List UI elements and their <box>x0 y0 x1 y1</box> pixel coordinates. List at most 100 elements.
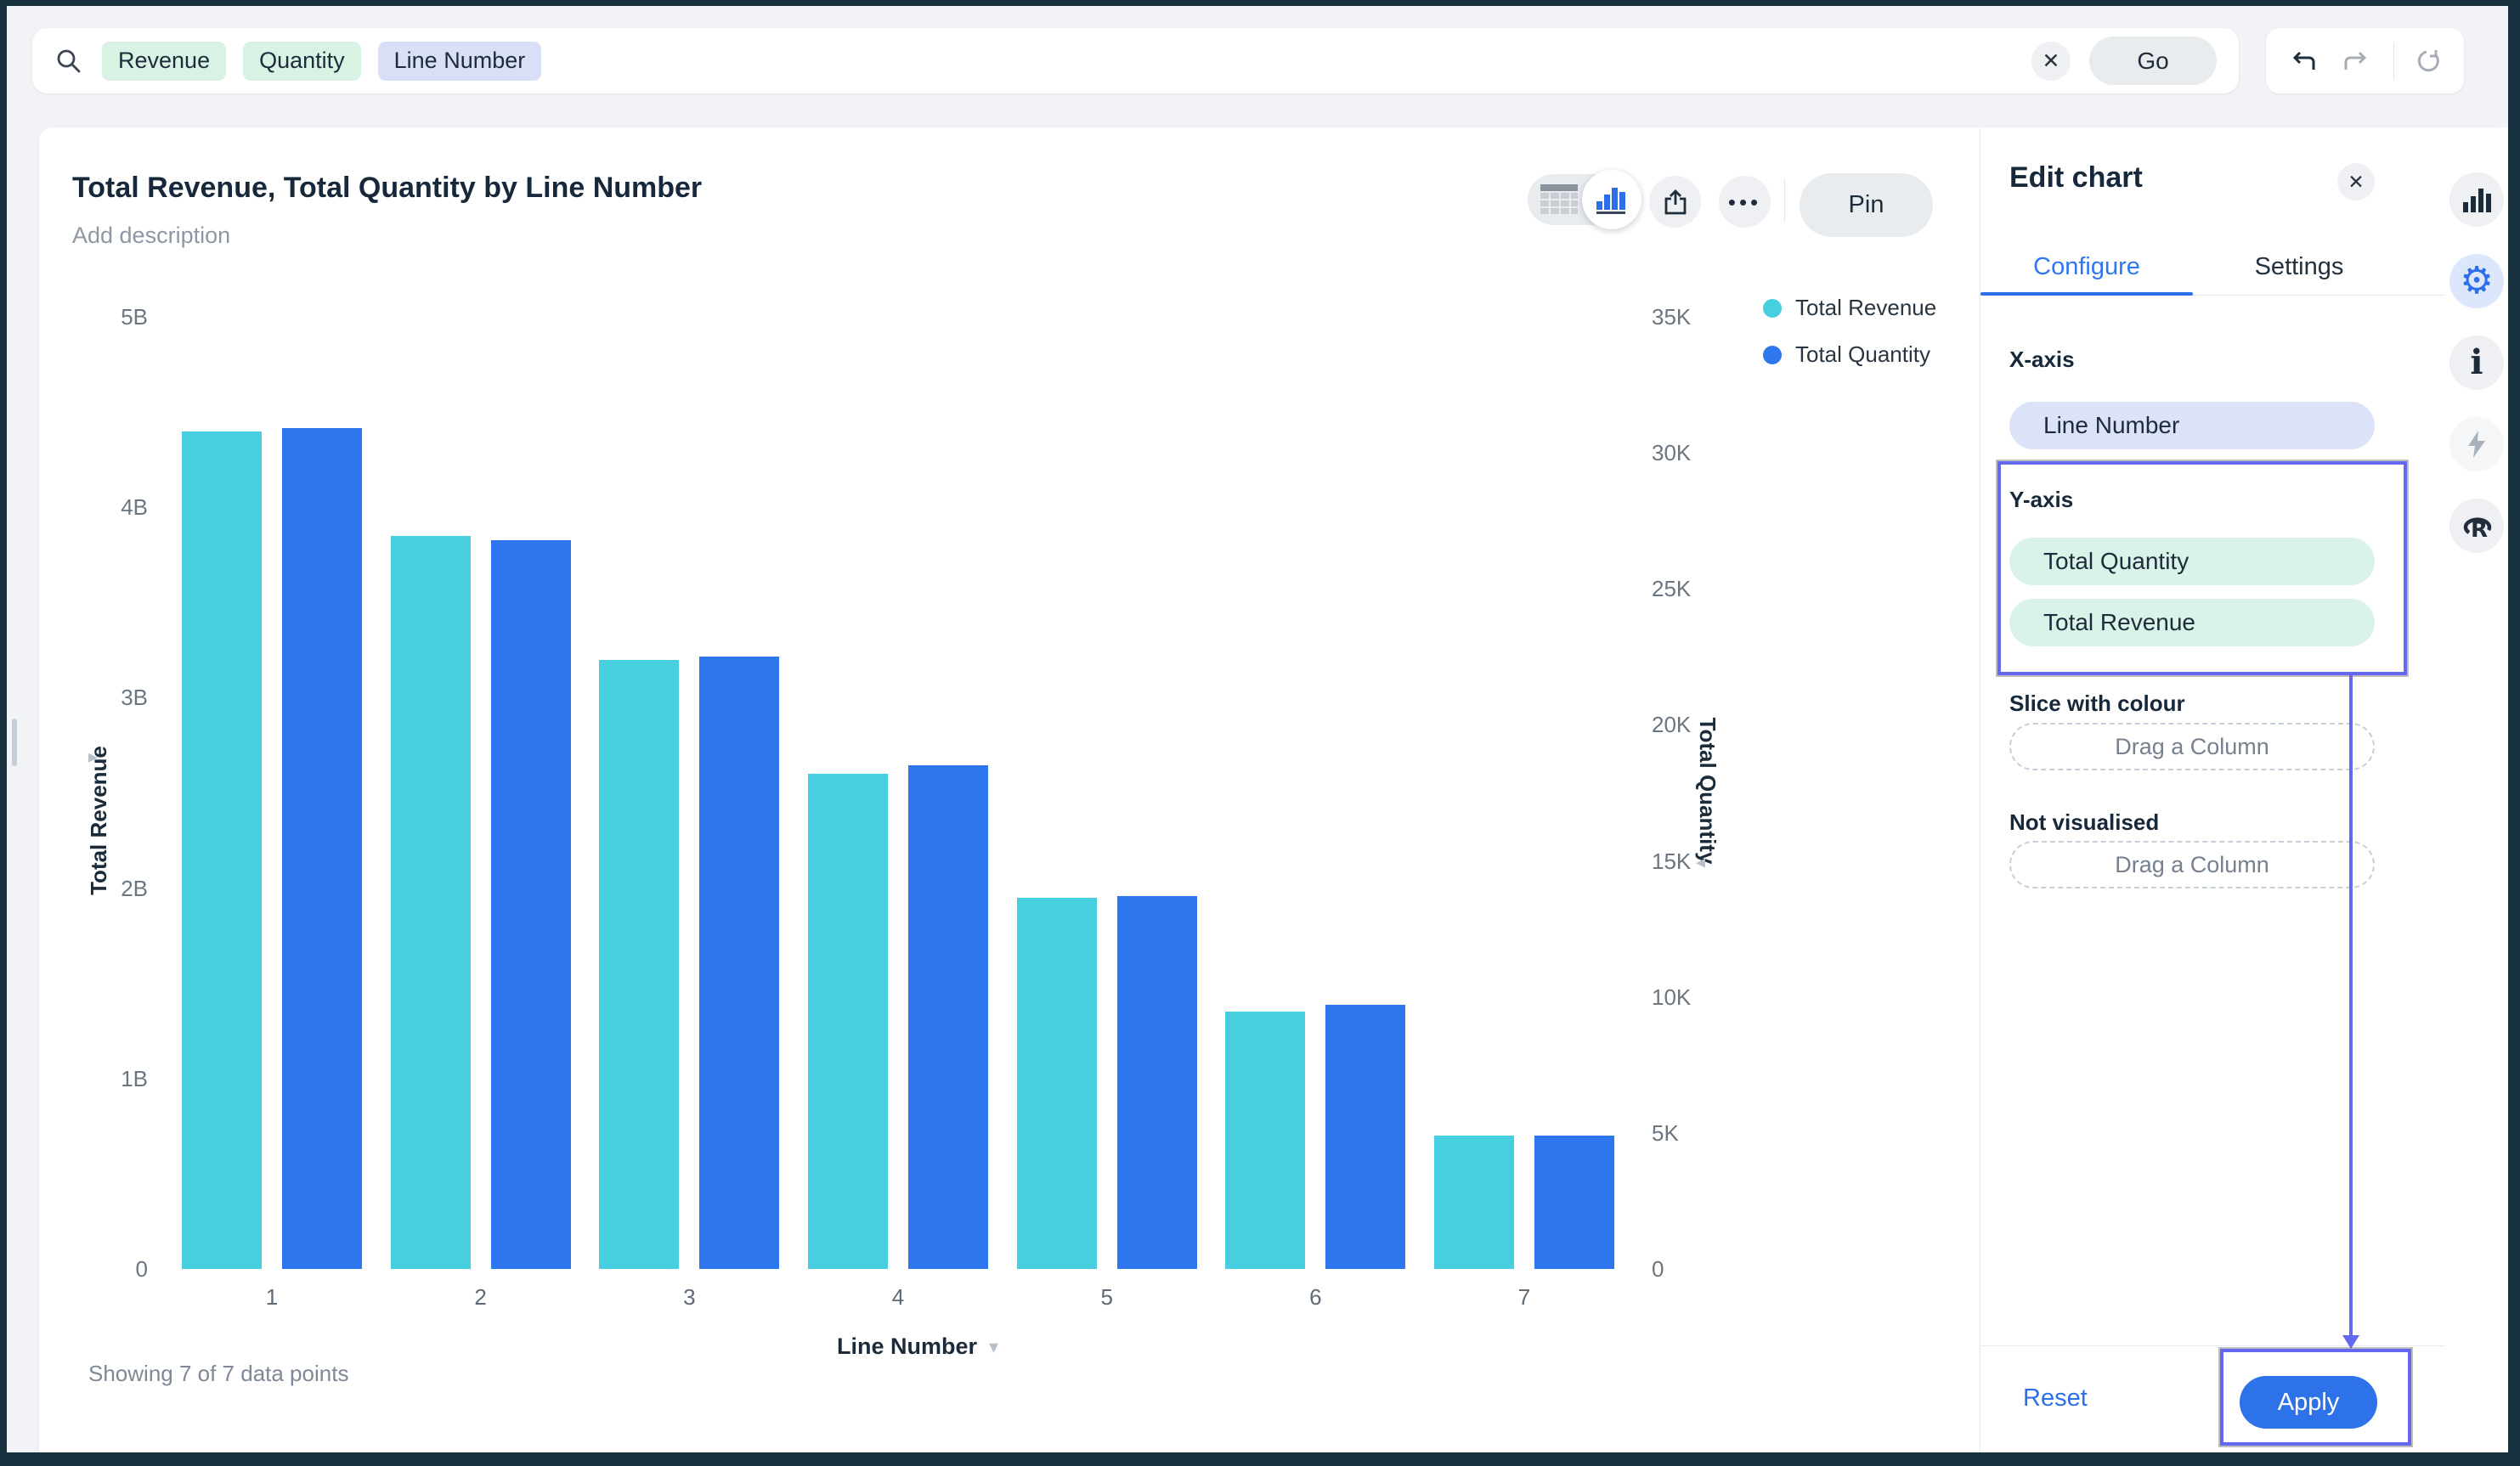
formula-search-bar[interactable]: Revenue Quantity Line Number ✕ Go <box>32 28 2239 93</box>
left-axis-tick-3b: 3B <box>121 685 148 711</box>
actions-tool-button[interactable] <box>2449 417 2504 471</box>
x-axis-title: Line Number <box>836 1333 977 1359</box>
search-chip-revenue[interactable]: Revenue <box>102 41 227 81</box>
share-export-icon <box>1664 189 1686 214</box>
panel-resize-handle[interactable] <box>12 719 17 766</box>
reset-button[interactable]: Reset <box>2023 1384 2088 1412</box>
legend-item-total-quantity[interactable]: Total Quantity <box>1763 341 1936 368</box>
info-icon: i <box>2470 342 2483 382</box>
bar-revenue-1[interactable] <box>182 431 262 1269</box>
info-tool-button[interactable]: i <box>2449 335 2504 390</box>
table-view-icon[interactable] <box>1540 183 1579 220</box>
bar-revenue-5[interactable] <box>1016 897 1097 1269</box>
footer-divider <box>1980 1345 2446 1346</box>
chart-description-placeholder[interactable]: Add description <box>72 223 230 249</box>
r-logo-icon: R <box>2463 517 2492 540</box>
x-axis-section-label: X-axis <box>2009 347 2075 372</box>
right-axis-tick-5k: 5K <box>1652 1119 1679 1146</box>
right-axis-tick-15k: 15K <box>1652 848 1692 874</box>
bar-revenue-4[interactable] <box>808 774 888 1269</box>
app-window: Revenue Quantity Line Number ✕ Go Total Re… <box>7 6 2508 1452</box>
slice-section-label: Slice with colour <box>2009 691 2185 716</box>
view-toggle[interactable] <box>1528 170 1641 229</box>
bar-quantity-6[interactable] <box>1325 1005 1406 1269</box>
bar-quantity-1[interactable] <box>282 428 362 1269</box>
search-chip-list: Revenue Quantity Line Number <box>102 41 2031 81</box>
y-axis-pill-total-quantity[interactable]: Total Quantity <box>2009 538 2375 585</box>
search-chip-line-number[interactable]: Line Number <box>377 41 542 81</box>
chart-legend: Total Revenue Total Quantity <box>1763 295 1936 368</box>
x-axis-tick-6: 6 <box>1309 1284 1322 1310</box>
bar-chart-view-selected[interactable] <box>1582 170 1641 229</box>
r-tool-button[interactable]: R <box>2449 499 2504 553</box>
right-icon-strip: ⚙ i R <box>2445 127 2508 1452</box>
search-chip-quantity[interactable]: Quantity <box>243 41 361 81</box>
apply-button[interactable]: Apply <box>2240 1376 2377 1429</box>
legend-item-total-revenue[interactable]: Total Revenue <box>1763 295 1936 321</box>
right-axis-tick-0: 0 <box>1652 1256 1664 1282</box>
bar-quantity-5[interactable] <box>1116 896 1197 1269</box>
right-axis-tick-35k: 35K <box>1652 304 1692 330</box>
undo-button[interactable] <box>2288 50 2319 72</box>
x-axis-tick-2: 2 <box>474 1284 487 1310</box>
x-axis-tick-5: 5 <box>1100 1284 1113 1310</box>
close-icon: ✕ <box>2348 170 2365 193</box>
bar-quantity-7[interactable] <box>1534 1136 1615 1269</box>
divider <box>2393 42 2394 80</box>
edit-chart-panel: Edit chart ✕ Configure Settings X-axis L… <box>1980 127 2446 1452</box>
right-axis-tick-30k: 30K <box>1652 440 1692 466</box>
bar-chart-view-icon <box>1596 188 1625 214</box>
left-axis-tick-2b: 2B <box>121 875 148 901</box>
pin-button[interactable]: Pin <box>1800 173 1933 237</box>
slice-drop-zone[interactable]: Drag a Column <box>2009 723 2375 770</box>
triangle-down-icon: ▾ <box>988 1335 999 1357</box>
y-axis-pill-total-revenue[interactable]: Total Revenue <box>2009 599 2375 646</box>
bar-revenue-6[interactable] <box>1225 1012 1306 1269</box>
x-axis-title-row[interactable]: Line Number ▾ <box>748 1333 1088 1360</box>
not-visualised-drop-zone[interactable]: Drag a Column <box>2009 841 2375 888</box>
legend-label: Total Revenue <box>1795 295 1937 320</box>
chart-tool-button[interactable] <box>2449 172 2504 227</box>
go-button[interactable]: Go <box>2089 37 2217 85</box>
close-icon: ✕ <box>2042 48 2060 73</box>
chart-title: Total Revenue, Total Quantity by Line Nu… <box>72 172 703 204</box>
legend-dot <box>1763 298 1782 318</box>
svg-text:R: R <box>2471 517 2488 540</box>
clear-search-button[interactable]: ✕ <box>2031 41 2071 81</box>
settings-tool-button[interactable]: ⚙ <box>2449 254 2504 308</box>
lightning-icon <box>2468 431 2485 458</box>
right-axis-tick-20k: 20K <box>1652 712 1692 738</box>
more-options-button[interactable]: ••• <box>1719 176 1771 228</box>
legend-dot <box>1763 345 1782 364</box>
refresh-icon[interactable] <box>2416 48 2442 74</box>
chart-area: Total Revenue, Total Quantity by Line Nu… <box>39 127 1980 1452</box>
not-visualised-section-label: Not visualised <box>2009 809 2160 835</box>
x-axis-pill-line-number[interactable]: Line Number <box>2009 402 2375 449</box>
redo-button[interactable] <box>2341 50 2371 72</box>
history-controls <box>2266 28 2464 93</box>
triangle-left-icon: ◂ <box>1696 851 1706 872</box>
tab-settings[interactable]: Settings <box>2193 238 2405 296</box>
gear-icon: ⚙ <box>2460 259 2494 302</box>
close-panel-button[interactable]: ✕ <box>2337 163 2375 200</box>
bar-quantity-4[interactable] <box>908 765 988 1269</box>
tab-configure[interactable]: Configure <box>1980 238 2193 296</box>
left-axis-tick-1b: 1B <box>121 1065 148 1091</box>
triangle-right-icon: ▸ <box>88 746 99 767</box>
panel-title: Edit chart <box>2009 161 2143 194</box>
active-tab-underline <box>1980 292 2193 296</box>
chart-card: Total Revenue, Total Quantity by Line Nu… <box>39 127 2508 1452</box>
legend-label: Total Quantity <box>1795 341 1930 367</box>
bar-revenue-7[interactable] <box>1434 1136 1515 1269</box>
bar-revenue-3[interactable] <box>599 659 680 1269</box>
left-axis-tick-4b: 4B <box>121 494 148 521</box>
data-points-footnote: Showing 7 of 7 data points <box>88 1361 349 1386</box>
right-axis-tick-10k: 10K <box>1652 984 1692 1010</box>
x-axis-tick-3: 3 <box>683 1284 696 1310</box>
bar-quantity-2[interactable] <box>490 539 571 1269</box>
right-axis-tick-25k: 25K <box>1652 576 1692 602</box>
magnifier-icon <box>54 47 83 76</box>
bar-revenue-2[interactable] <box>390 535 471 1269</box>
bar-quantity-3[interactable] <box>699 657 780 1269</box>
share-button[interactable] <box>1649 176 1701 228</box>
